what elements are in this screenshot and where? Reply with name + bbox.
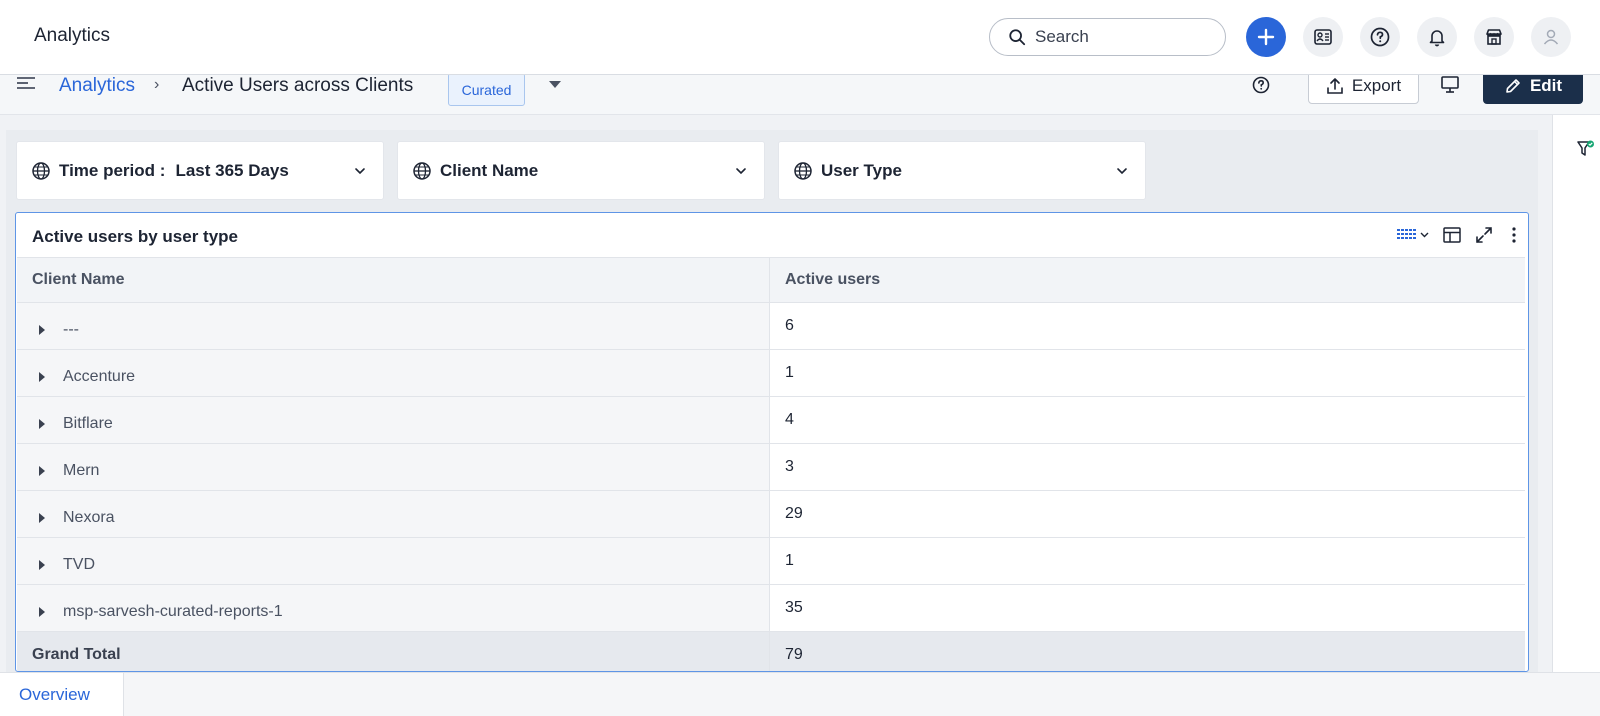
contacts-button[interactable] <box>1303 17 1343 57</box>
monitor-icon[interactable] <box>1440 75 1460 95</box>
table-row: Bitflare 4 <box>17 397 1525 444</box>
column-header-active-users[interactable]: Active users <box>770 258 1525 302</box>
breadcrumb-separator: › <box>154 76 160 93</box>
client-name-cell: Bitflare <box>63 415 113 432</box>
client-name-cell: TVD <box>63 556 95 573</box>
breadcrumb-bar: Analytics › Active Users across Clients … <box>0 67 1600 115</box>
client-name-cell: Mern <box>63 462 100 479</box>
filter-label: Client Name <box>440 160 539 180</box>
top-app-bar: Analytics Search <box>0 0 1600 75</box>
active-users-cell: 29 <box>770 491 1525 537</box>
table-row: TVD 1 <box>17 538 1525 585</box>
filter-value: Last 365 Days <box>175 160 289 180</box>
active-users-cell: 1 <box>770 538 1525 584</box>
filter-applied-icon[interactable] <box>1577 140 1595 158</box>
grand-total-row: Grand Total 79 <box>17 632 1525 671</box>
widget-title: Active users by user type <box>32 227 238 246</box>
bell-icon <box>1429 30 1445 47</box>
pivot-table: Client Name Active users --- 6 Accenture… <box>17 257 1525 671</box>
grand-total-label: Grand Total <box>17 632 770 671</box>
more-options-icon[interactable] <box>1504 225 1524 245</box>
caret-right-icon <box>39 419 45 429</box>
table-row: msp-sarvesh-curated-reports-1 35 <box>17 585 1525 632</box>
dashboard-canvas: Time period : Last 365 Days Client Name … <box>6 130 1538 672</box>
contacts-list-icon <box>1314 29 1332 45</box>
table-header: Client Name Active users <box>17 257 1525 303</box>
active-users-cell: 4 <box>770 397 1525 443</box>
title-dropdown-caret[interactable] <box>549 81 561 88</box>
user-avatar-icon <box>1543 29 1559 45</box>
table-row: Accenture 1 <box>17 350 1525 397</box>
caret-right-icon <box>39 372 45 382</box>
table-row: --- 6 <box>17 303 1525 350</box>
row-expander[interactable]: Mern <box>17 444 770 490</box>
filter-time-period[interactable]: Time period : Last 365 Days <box>16 141 384 200</box>
client-name-cell: Accenture <box>63 368 136 385</box>
create-button[interactable] <box>1246 17 1286 57</box>
caret-right-icon <box>39 607 45 617</box>
table-row: Nexora 29 <box>17 491 1525 538</box>
filter-user-type[interactable]: User Type <box>778 141 1146 200</box>
filter-label: User Type <box>821 160 902 180</box>
breadcrumb-analytics-link[interactable]: Analytics <box>59 75 135 97</box>
active-users-cell: 3 <box>770 444 1525 490</box>
active-users-cell: 6 <box>770 303 1525 349</box>
chevron-down-icon <box>1117 168 1127 175</box>
active-users-cell: 1 <box>770 350 1525 396</box>
active-users-cell: 35 <box>770 585 1525 631</box>
column-header-client-name[interactable]: Client Name <box>17 258 770 302</box>
bottom-tab-bar: Overview <box>0 672 1600 716</box>
upload-icon <box>1327 77 1343 94</box>
chevron-down-icon <box>355 168 365 175</box>
search-placeholder: Search <box>1035 27 1089 46</box>
pencil-icon <box>1506 78 1520 93</box>
edit-label: Edit <box>1529 75 1563 95</box>
filter-label: Time period : <box>59 160 166 180</box>
page-title: Active Users across Clients <box>182 75 414 96</box>
row-expander[interactable]: Accenture <box>17 350 770 396</box>
caret-right-icon <box>39 325 45 335</box>
row-expander[interactable]: Bitflare <box>17 397 770 443</box>
plus-icon <box>1257 28 1275 46</box>
grid-view-toggle-icon[interactable] <box>1396 225 1432 245</box>
client-name-cell: --- <box>63 321 79 338</box>
expand-icon[interactable] <box>1474 225 1494 245</box>
row-expander[interactable]: TVD <box>17 538 770 584</box>
store-icon <box>1486 29 1502 45</box>
curated-badge: Curated <box>448 73 525 106</box>
globe-icon <box>32 161 50 180</box>
globe-icon <box>413 161 431 180</box>
search-input[interactable]: Search <box>989 18 1226 56</box>
export-label: Export <box>1351 75 1402 95</box>
row-expander[interactable]: msp-sarvesh-curated-reports-1 <box>17 585 770 631</box>
caret-right-icon <box>39 466 45 476</box>
row-expander[interactable]: Nexora <box>17 491 770 537</box>
notifications-button[interactable] <box>1417 17 1457 57</box>
pivot-table-widget: Active users by user type Client Name Ac… <box>15 212 1529 672</box>
table-row: Mern 3 <box>17 444 1525 491</box>
user-avatar[interactable] <box>1531 17 1571 57</box>
row-expander[interactable]: --- <box>17 303 770 349</box>
search-icon <box>1009 29 1026 46</box>
help-button[interactable] <box>1360 17 1400 57</box>
client-name-cell: Nexora <box>63 509 115 526</box>
filter-client-name[interactable]: Client Name <box>397 141 765 200</box>
help-icon <box>1370 27 1390 47</box>
caret-right-icon <box>39 560 45 570</box>
menu-icon[interactable] <box>16 75 36 95</box>
tab-overview[interactable]: Overview <box>0 673 124 716</box>
globe-icon <box>794 161 812 180</box>
caret-right-icon <box>39 513 45 523</box>
chevron-down-icon <box>736 168 746 175</box>
page-help-icon[interactable] <box>1251 75 1271 95</box>
store-button[interactable] <box>1474 17 1514 57</box>
client-name-cell: msp-sarvesh-curated-reports-1 <box>63 603 283 620</box>
right-rail <box>1552 115 1600 672</box>
app-title: Analytics <box>34 25 111 46</box>
grand-total-value: 79 <box>770 632 1525 671</box>
table-layout-icon[interactable] <box>1442 225 1462 245</box>
